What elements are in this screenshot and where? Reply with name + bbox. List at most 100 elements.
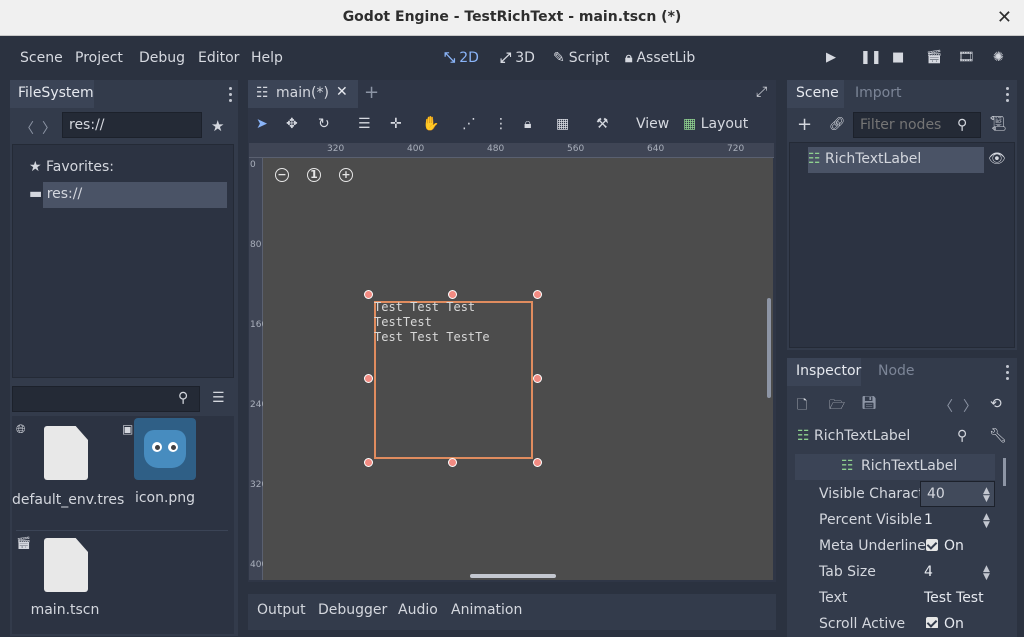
snap-options-icon[interactable]: ⋮	[494, 116, 508, 132]
resize-handle[interactable]	[533, 374, 542, 383]
prop-value-tab-size[interactable]: 4	[924, 564, 933, 580]
close-tab-icon[interactable]: ✕	[336, 84, 348, 100]
path-field[interactable]: res://	[62, 112, 202, 138]
file-search-input[interactable]	[12, 386, 200, 412]
list-view-icon[interactable]: ☰	[212, 390, 225, 406]
resize-handle[interactable]	[364, 290, 373, 299]
tab-audio[interactable]: Audio	[398, 602, 438, 618]
lock-icon[interactable]: 🔒︎	[524, 116, 531, 132]
history-back-icon[interactable]: 〈	[939, 396, 953, 416]
scene-menu-icon[interactable]	[1006, 87, 1010, 105]
tab-main[interactable]: ☷ main(*) ✕	[248, 80, 358, 108]
inspector-section-header[interactable]: ☷ RichTextLabel	[795, 454, 995, 480]
inspector-scrollbar[interactable]	[1003, 458, 1006, 486]
tools-icon[interactable]: 🔧︎	[989, 428, 1007, 444]
menu-editor[interactable]: Editor	[198, 50, 239, 66]
snap-icon[interactable]: ⋰	[462, 116, 476, 132]
prop-value-scroll-active[interactable]: On	[926, 616, 964, 628]
tab-filesystem[interactable]: FileSystem	[10, 80, 94, 108]
menu-project[interactable]: Project	[75, 50, 123, 66]
history-forward-icon[interactable]: 〉	[963, 396, 977, 416]
select-tool-icon[interactable]: ➤	[256, 116, 268, 132]
mode-script-button[interactable]: ✎ Script	[553, 50, 609, 66]
pause-icon[interactable]: ❚❚	[860, 50, 882, 65]
visibility-eye-icon[interactable]: 👁︎	[988, 151, 1006, 167]
mode-3d-button[interactable]: ⤢ 3D	[500, 50, 535, 66]
resize-handle[interactable]	[533, 290, 542, 299]
play-icon[interactable]: ▶	[826, 50, 836, 65]
rotate-tool-icon[interactable]: ↻	[318, 116, 330, 132]
file-name-main-tscn[interactable]: main.tscn	[20, 602, 110, 618]
bone-icon[interactable]: ⚒	[596, 116, 609, 132]
richtextlabel-icon: ☷	[797, 428, 810, 444]
resize-handle[interactable]	[364, 374, 373, 383]
spin-arrows-icon[interactable]: ▲ ▼	[983, 513, 990, 530]
favorite-star-icon[interactable]: ★	[211, 117, 224, 135]
menu-debug[interactable]: Debug	[139, 50, 185, 66]
move-tool-icon[interactable]: ✥	[286, 116, 298, 132]
globe-icon: 🌐︎	[16, 422, 26, 436]
zoom-reset-icon[interactable]: 1	[307, 168, 321, 182]
tab-inspector[interactable]: Inspector	[787, 358, 861, 386]
close-icon[interactable]: ✕	[997, 7, 1012, 28]
favorites-row[interactable]: ★ Favorites:	[29, 159, 114, 175]
checkbox-checked-icon[interactable]	[926, 617, 938, 628]
menu-bar: Scene Project Debug Editor Help ⤡ 2D ⤢ 3D …	[0, 36, 1024, 80]
menu-help[interactable]: Help	[251, 50, 283, 66]
document-icon[interactable]	[44, 426, 88, 480]
res-root-row[interactable]: ▬ res://	[29, 186, 82, 202]
prop-value-meta-underline[interactable]: On	[926, 538, 964, 554]
link-icon[interactable]: 🔗︎	[829, 117, 846, 132]
file-name-icon-png[interactable]: icon.png	[124, 490, 206, 506]
forward-icon[interactable]: 〉	[42, 118, 56, 138]
group-icon[interactable]: ▦	[556, 116, 569, 132]
file-name-default-env[interactable]: default_env.tres	[12, 490, 124, 510]
spin-arrows-icon[interactable]: ▲ ▼	[983, 565, 990, 582]
new-resource-icon[interactable]: 🗋︎	[797, 396, 807, 418]
tab-import[interactable]: Import	[855, 85, 901, 101]
inspector-menu-icon[interactable]	[1006, 365, 1010, 383]
script-attach-icon[interactable]: 📜︎	[989, 116, 1007, 132]
resize-handle[interactable]	[448, 290, 457, 299]
save-icon[interactable]: 💾︎	[861, 396, 878, 411]
history-icon[interactable]: ⟲	[990, 396, 1002, 412]
tab-output[interactable]: Output	[257, 602, 306, 618]
new-tab-icon[interactable]: +	[364, 82, 379, 103]
document-icon[interactable]	[44, 538, 88, 592]
add-node-icon[interactable]: +	[797, 114, 812, 135]
tab-node[interactable]: Node	[878, 363, 915, 379]
play-scene-icon[interactable]: 🎬︎	[926, 50, 943, 65]
filesystem-menu-icon[interactable]	[229, 87, 233, 105]
stop-icon[interactable]: ■	[892, 50, 904, 65]
tab-debugger[interactable]: Debugger	[318, 602, 387, 618]
scene-dock: Scene Import + 🔗︎ ⚲ 📜︎ ☷ RichTextLabel 👁…	[787, 80, 1017, 350]
resize-handle[interactable]	[533, 458, 542, 467]
zoom-in-icon[interactable]: +	[339, 168, 353, 182]
open-folder-icon[interactable]: 🗁︎	[829, 396, 845, 418]
pivot-tool-icon[interactable]: ✛	[390, 116, 402, 132]
prop-value-percent-visible[interactable]: 1	[924, 512, 933, 528]
spin-arrows-icon[interactable]: ▲ ▼	[983, 487, 990, 504]
prop-value-text[interactable]: Test Test	[924, 590, 984, 606]
pan-tool-icon[interactable]: ✋	[422, 116, 439, 132]
tab-animation[interactable]: Animation	[451, 602, 522, 618]
view-menu[interactable]: View	[636, 116, 669, 132]
play-custom-scene-icon[interactable]: 🎞︎	[958, 50, 975, 65]
checkbox-checked-icon[interactable]	[926, 539, 938, 551]
horizontal-scrollbar[interactable]	[470, 574, 556, 578]
back-icon[interactable]: 〈	[20, 118, 34, 138]
mode-2d-button[interactable]: ⤡ 2D	[444, 50, 479, 66]
godot-icon[interactable]	[134, 418, 196, 480]
resize-handle[interactable]	[448, 458, 457, 467]
list-select-icon[interactable]: ☰	[358, 116, 371, 132]
menu-scene[interactable]: Scene	[20, 50, 63, 66]
fullscreen-icon[interactable]: ⤢	[756, 84, 767, 100]
zoom-out-icon[interactable]: −	[275, 168, 289, 182]
vertical-scrollbar[interactable]	[767, 298, 771, 398]
resize-handle[interactable]	[364, 458, 373, 467]
tab-scene[interactable]: Scene	[787, 80, 844, 108]
tree-node-richtextlabel[interactable]: ☷ RichTextLabel	[808, 151, 921, 167]
search-icon[interactable]: ⚲	[957, 428, 967, 444]
layout-menu[interactable]: ▦ Layout	[683, 116, 748, 132]
mode-assetlib-button[interactable]: 🔒︎ AssetLib	[625, 50, 695, 66]
